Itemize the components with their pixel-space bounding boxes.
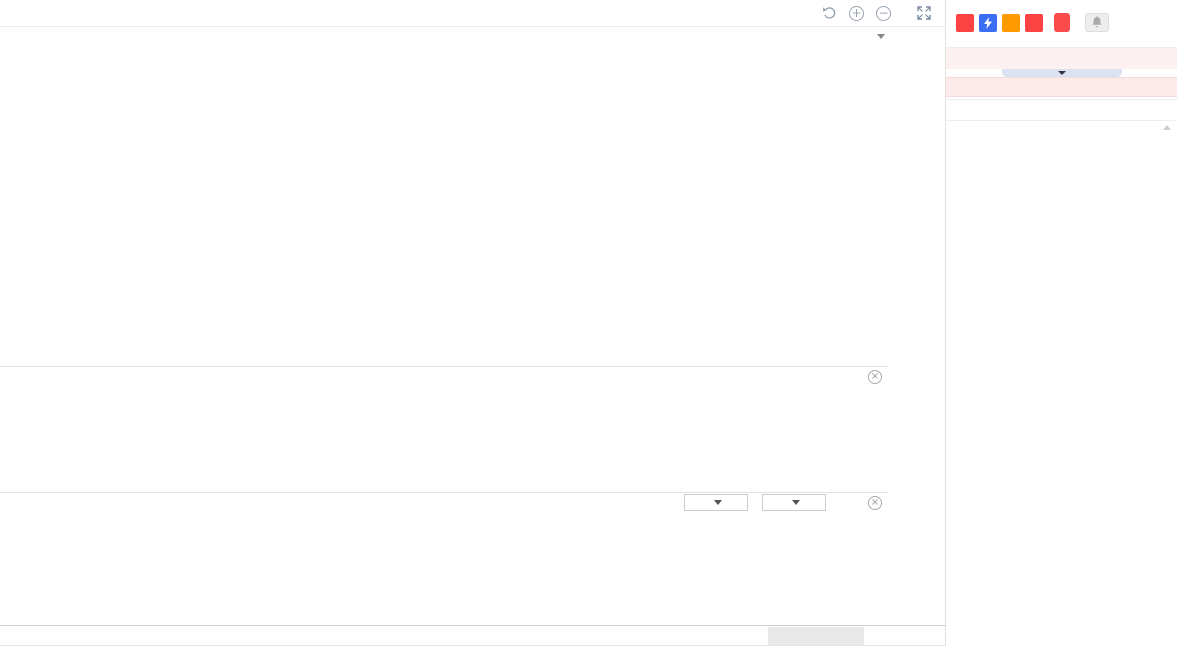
lightning-icon bbox=[979, 13, 997, 32]
flow-panel-header: × bbox=[0, 492, 888, 512]
crosshair-date-label bbox=[768, 627, 864, 645]
fullscreen-icon[interactable] bbox=[917, 6, 931, 20]
accumulate-dropdown[interactable] bbox=[762, 494, 826, 511]
stock-header bbox=[946, 0, 1177, 7]
stock-tags bbox=[946, 8, 1177, 36]
scroll-up-icon[interactable] bbox=[1163, 125, 1171, 130]
bid-ask-ratio bbox=[946, 77, 1177, 97]
alert-bell-icon[interactable] bbox=[1085, 13, 1109, 32]
chart-column: + − × × bbox=[0, 0, 946, 652]
close-icon[interactable]: × bbox=[868, 369, 882, 384]
timesales-title bbox=[946, 99, 1177, 121]
zoom-in-icon[interactable]: + bbox=[849, 5, 864, 21]
zoom-out-icon[interactable]: − bbox=[876, 5, 891, 21]
x-axis bbox=[0, 625, 946, 645]
trading-status bbox=[946, 36, 1177, 48]
timesales-list[interactable] bbox=[946, 121, 1177, 652]
indicator-tab-bar bbox=[0, 645, 946, 652]
ma-settings-button[interactable] bbox=[873, 29, 885, 43]
bar-style-dropdown[interactable] bbox=[684, 494, 748, 511]
macd-panel-header: × bbox=[0, 366, 888, 386]
chevron-down-icon bbox=[714, 500, 722, 505]
shenzhen-tag bbox=[956, 13, 974, 32]
quote-panel bbox=[946, 0, 1177, 652]
kline-chart bbox=[0, 0, 946, 652]
collapse-handle[interactable] bbox=[1001, 69, 1122, 77]
top-toolbar: + − bbox=[0, 0, 945, 27]
main-indicator-row bbox=[2, 29, 885, 43]
margin-tag bbox=[1002, 13, 1020, 32]
trading-app: + − × × bbox=[0, 0, 1177, 652]
close-icon[interactable]: × bbox=[868, 495, 882, 510]
chart-nav-icons: + − bbox=[822, 5, 891, 21]
chevron-down-icon bbox=[877, 34, 885, 39]
add-watchlist-button[interactable] bbox=[1054, 13, 1070, 32]
chevron-down-icon bbox=[1057, 71, 1066, 75]
level2-link[interactable] bbox=[946, 48, 1177, 69]
chevron-down-icon bbox=[792, 500, 800, 505]
undo-icon[interactable] bbox=[822, 6, 837, 21]
connect-tag bbox=[1025, 13, 1043, 32]
